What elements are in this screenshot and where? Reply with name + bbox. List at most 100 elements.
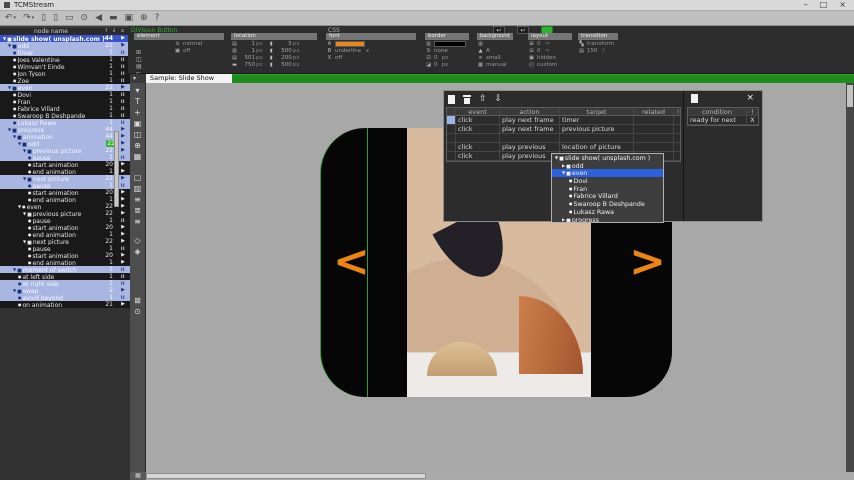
tree-row[interactable]: ▼■previous picture22▶ xyxy=(0,210,130,217)
pause-icon[interactable]: II xyxy=(118,77,128,84)
tree-row[interactable]: ●Swaroop B Deshpande1II xyxy=(0,112,130,119)
add-element-icon[interactable]: + xyxy=(132,107,144,118)
link-icon[interactable]: ⊕ xyxy=(140,12,148,24)
pause-icon[interactable]: II xyxy=(118,105,128,112)
play-icon[interactable]: ▶ xyxy=(118,301,128,308)
location-value[interactable]: 1 xyxy=(239,41,255,47)
tree-row[interactable]: ●timer1II xyxy=(0,49,130,56)
play-icon[interactable]: ▶ xyxy=(118,287,128,294)
pause-icon[interactable]: II xyxy=(118,280,128,287)
dropdown-item[interactable]: ●Fran xyxy=(552,185,663,193)
collapse-icon[interactable]: ▼ xyxy=(18,204,21,209)
tree-row[interactable]: ●Zoe1II xyxy=(0,77,130,84)
image-icon[interactable]: ▣ xyxy=(125,12,134,24)
property-row-extra[interactable]: ∕ xyxy=(603,48,605,54)
pause-icon[interactable]: II xyxy=(118,70,128,77)
move-up-icon[interactable]: ⇧ xyxy=(479,94,487,104)
video-icon[interactable]: ▬ xyxy=(109,12,118,24)
dropdown-item[interactable]: ▶■progress xyxy=(552,216,663,224)
tree-row[interactable]: ●Joes Valentine1II xyxy=(0,56,130,63)
play-icon[interactable]: ▶ xyxy=(118,203,128,210)
element-row-icon[interactable]: ⊙ xyxy=(174,41,181,47)
location-value[interactable]: 1 xyxy=(239,48,255,54)
expand-icon[interactable]: ▶ xyxy=(562,163,565,168)
export-icon[interactable]: ⊠ xyxy=(132,295,144,306)
event-row[interactable]: clickplay previouslocation of picture xyxy=(447,143,680,152)
dropdown-item[interactable]: ●Dovi xyxy=(552,177,663,185)
tab-caret-icon[interactable]: ▾ xyxy=(133,74,136,83)
tree-row[interactable]: ▼■odd22▶ xyxy=(0,140,130,147)
property-row-extra[interactable]: ⇨ xyxy=(546,48,550,54)
collapse-icon[interactable]: ▼ xyxy=(23,148,26,153)
cursor-menu-icon[interactable]: ▾ xyxy=(132,85,144,96)
tree-row[interactable]: ▼■progress44▶ xyxy=(0,126,130,133)
play-icon[interactable]: ▶ xyxy=(118,168,128,175)
play-icon[interactable]: ▶ xyxy=(118,196,128,203)
dropdown-item[interactable]: ▶■odd xyxy=(552,162,663,170)
open-document-icon[interactable]: ▯ xyxy=(53,12,58,24)
play-icon[interactable]: ▶ xyxy=(118,210,128,217)
button-tool-icon[interactable]: ⊕ xyxy=(132,140,144,151)
color-swatch[interactable] xyxy=(434,41,466,47)
event-cell-event[interactable]: click xyxy=(456,143,500,151)
location-value[interactable]: 750 xyxy=(239,62,255,68)
dropdown-item[interactable]: ▼■slide show( unsplash.com ) xyxy=(552,154,663,162)
pause-icon[interactable]: II xyxy=(118,217,128,224)
play-icon[interactable]: ▶ xyxy=(118,175,128,182)
slider-tool-icon[interactable]: ≡ xyxy=(132,194,144,205)
tree-row[interactable]: ●Fran1II xyxy=(0,98,130,105)
new-condition-icon[interactable] xyxy=(691,94,698,103)
events-window-close-icon[interactable]: × xyxy=(746,93,754,103)
tree-row[interactable]: ▼■odd22▶ xyxy=(0,42,130,49)
event-cell-action[interactable]: play previous xyxy=(500,143,560,151)
event-cell-target[interactable]: previous picture xyxy=(560,125,634,133)
table-tool-icon[interactable]: ▦ xyxy=(132,151,144,162)
location-value[interactable]: 5 xyxy=(276,41,292,47)
tree-row[interactable]: ●end animation1▶ xyxy=(0,168,130,175)
dropdown-item[interactable]: ●Lukasz Rawa xyxy=(552,208,663,216)
vertical-scrollbar-thumb[interactable] xyxy=(847,85,853,107)
chart-tool-icon[interactable]: ▥ xyxy=(132,183,144,194)
element-row-icon[interactable]: ▣ xyxy=(174,48,181,54)
play-icon[interactable]: ▶ xyxy=(118,35,128,42)
tree-row[interactable]: ▼●even22▶ xyxy=(0,203,130,210)
horizontal-scrollbar-thumb[interactable] xyxy=(146,473,426,479)
horizontal-scrollbar[interactable]: ▦ xyxy=(130,472,854,480)
collapse-icon[interactable]: ▼ xyxy=(8,85,11,90)
event-row-selector[interactable] xyxy=(447,134,456,142)
event-cell-event[interactable]: click xyxy=(456,116,500,124)
collapse-icon[interactable]: ▼ xyxy=(8,43,11,48)
tree-row[interactable]: ●pause1II xyxy=(0,154,130,161)
tree-row[interactable]: ●start animation20▶ xyxy=(0,161,130,168)
pause-icon[interactable]: II xyxy=(118,294,128,301)
tree-row[interactable]: ●pause1II xyxy=(0,217,130,224)
previous-slide-arrow[interactable]: < xyxy=(333,232,370,292)
dropdown-item[interactable]: ●Swaroop B Deshpande xyxy=(552,200,663,208)
collapse-icon[interactable]: ▼ xyxy=(13,288,16,293)
tree-row[interactable]: ●end animation1▶ xyxy=(0,196,130,203)
event-cell-action[interactable]: play next frame xyxy=(500,125,560,133)
image-tool-icon[interactable]: ▣ xyxy=(132,118,144,129)
collapse-icon[interactable]: ▼ xyxy=(23,211,26,216)
pause-icon[interactable]: II xyxy=(118,49,128,56)
play-icon[interactable]: ▶ xyxy=(118,147,128,154)
vertical-scrollbar[interactable] xyxy=(846,83,854,472)
close-button[interactable]: × xyxy=(839,0,846,10)
location-value[interactable]: 200 xyxy=(276,55,292,61)
dropdown-caret-icon[interactable]: ▾ xyxy=(14,12,17,24)
tree-row[interactable]: ●start animation20▶ xyxy=(0,224,130,231)
play-icon[interactable]: ▶ xyxy=(118,238,128,245)
location-value[interactable]: 500 xyxy=(276,48,292,54)
dropdown-caret-icon[interactable]: ▾ xyxy=(32,12,35,24)
event-cell-action[interactable]: play next frame xyxy=(500,116,560,124)
tree-row[interactable]: ▼■slide show( unsplash.com )44▶ xyxy=(0,35,130,42)
tree-row[interactable]: ●pause1II xyxy=(0,245,130,252)
pause-icon[interactable]: II xyxy=(118,273,128,280)
select-area-icon[interactable]: ▢ xyxy=(132,172,144,183)
event-cell-action[interactable] xyxy=(500,134,560,142)
tree-row[interactable]: ●on animation21▶ xyxy=(0,301,130,308)
event-row-selector[interactable] xyxy=(447,125,456,133)
speaker-icon[interactable]: ◀ xyxy=(95,12,102,24)
event-row-selector[interactable] xyxy=(447,116,456,124)
condition-row[interactable]: ready for nextX xyxy=(688,116,758,125)
